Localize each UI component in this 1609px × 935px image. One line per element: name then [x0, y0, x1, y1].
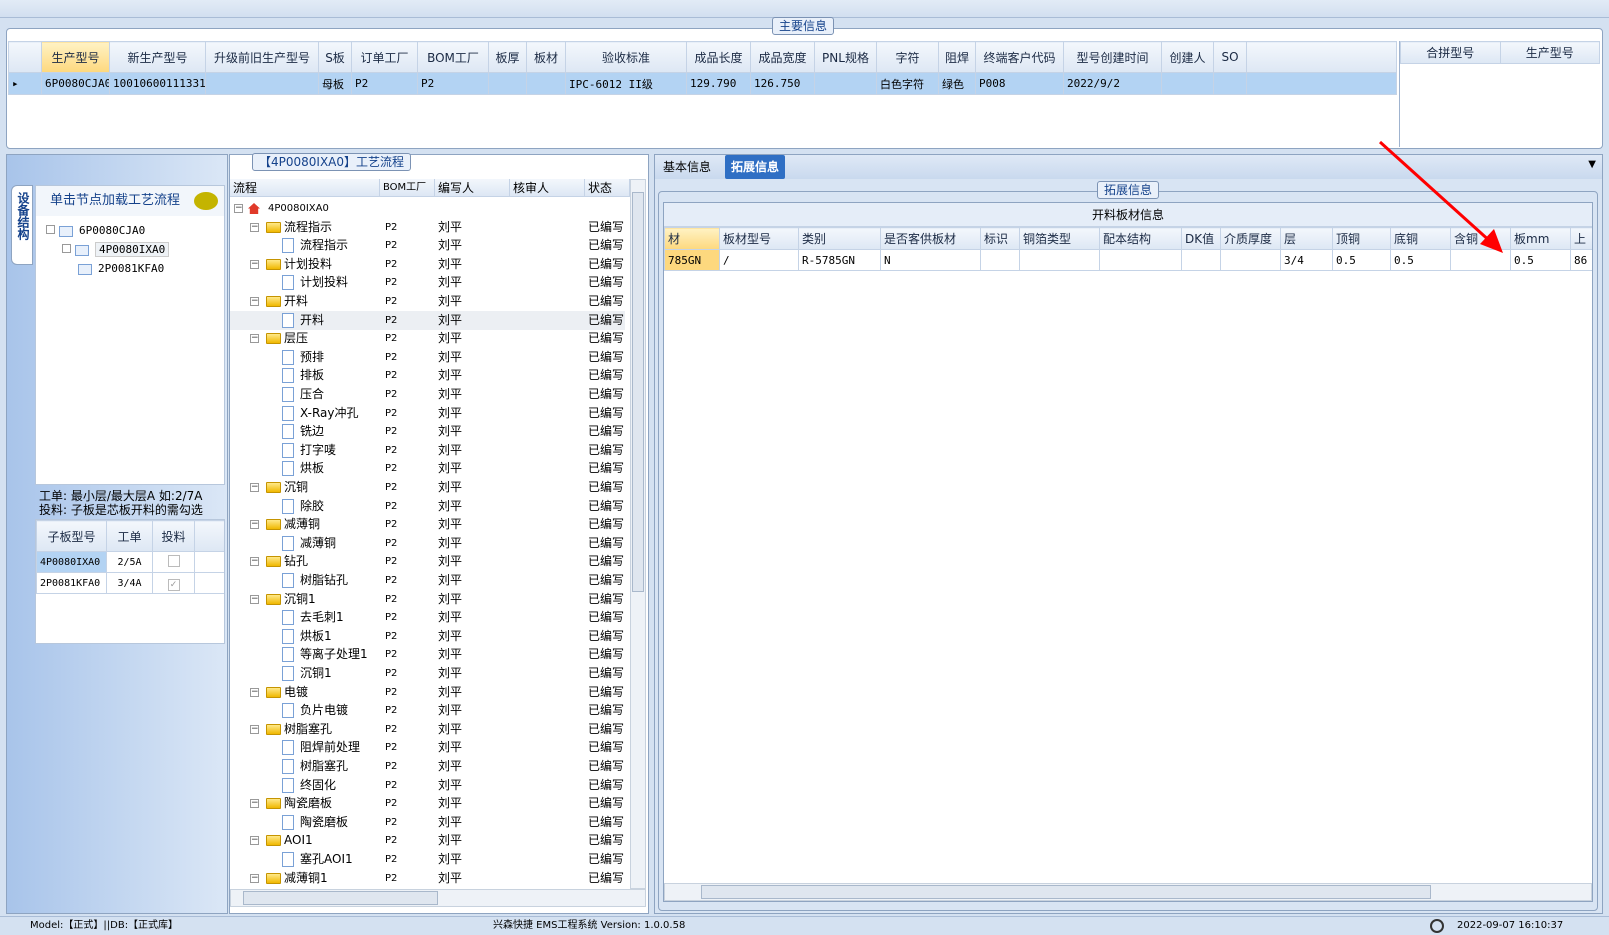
status-version: 兴森快捷 EMS工程系统 Version: 1.0.0.58 [493, 920, 686, 931]
annotation-arrow [1378, 140, 1503, 253]
status-datetime: 2022-09-07 16:10:37 [1457, 920, 1564, 931]
status-model-db: Model:【正式】||DB:【正式库】 [30, 920, 179, 931]
status-bar: Model:【正式】||DB:【正式库】 兴森快捷 EMS工程系统 Versio… [0, 916, 1609, 934]
clock-icon [1430, 919, 1444, 933]
